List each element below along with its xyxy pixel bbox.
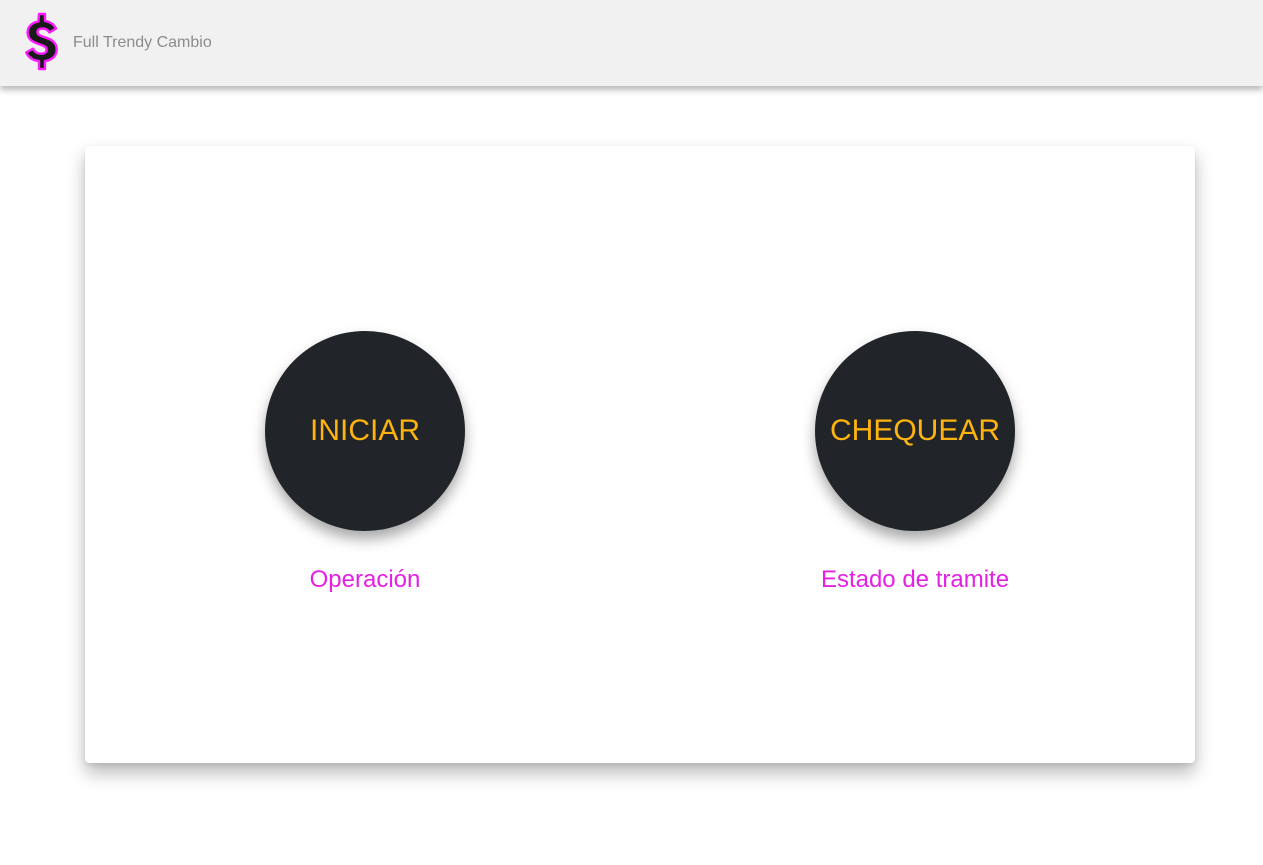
chequear-button[interactable]: CHEQUEAR: [815, 331, 1015, 531]
navbar: Full Trendy Cambio: [0, 0, 1263, 86]
main-card: INICIAR Operación CHEQUEAR Estado de tra…: [85, 146, 1195, 763]
action-iniciar: INICIAR Operación: [235, 331, 495, 611]
brand-name[interactable]: Full Trendy Cambio: [73, 34, 212, 52]
iniciar-button-label: INICIAR: [309, 414, 420, 447]
chequear-caption: Estado de tramite: [820, 566, 1010, 593]
chequear-button-label: CHEQUEAR: [829, 414, 1001, 447]
iniciar-caption: Operación: [309, 566, 421, 593]
dollar-sign-icon[interactable]: [22, 12, 60, 74]
iniciar-button[interactable]: INICIAR: [265, 331, 465, 531]
action-chequear: CHEQUEAR Estado de tramite: [785, 331, 1045, 611]
